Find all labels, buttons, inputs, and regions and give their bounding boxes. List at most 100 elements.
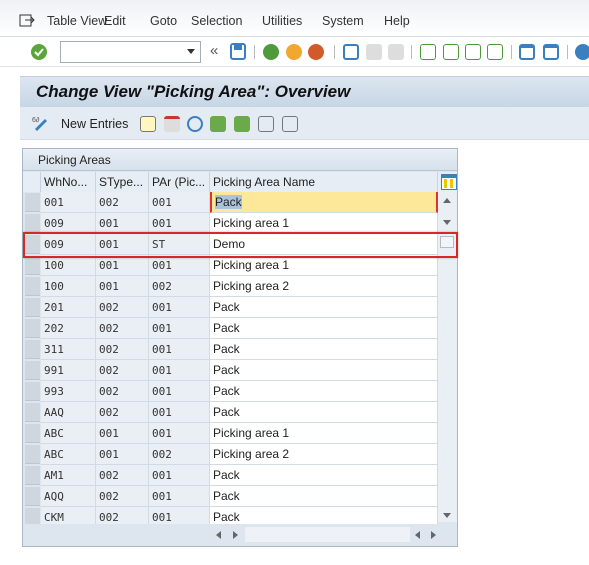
menu-item-selection[interactable]: Selection (191, 14, 242, 28)
table-row[interactable]: ABC 001 002 Picking area 2 (23, 444, 438, 465)
display-change-icon[interactable]: 6∂ (32, 115, 50, 131)
cancel-icon[interactable] (308, 44, 324, 60)
table-row[interactable]: 009 001 001 Picking area 1 (23, 213, 438, 234)
table-row[interactable]: AQQ 002 001 Pack (23, 486, 438, 507)
cell-par: 001 (149, 381, 210, 402)
menu-item-utilities[interactable]: Utilities (262, 14, 302, 28)
cell-name[interactable]: Pack (210, 381, 438, 402)
scroll-right-icon[interactable] (431, 531, 436, 539)
next-page-icon[interactable] (465, 44, 481, 60)
menu-item-goto[interactable]: Goto (150, 14, 177, 28)
cell-name[interactable]: Pack (210, 192, 438, 213)
row-selector[interactable] (25, 298, 40, 317)
cell-name[interactable]: Picking area 1 (210, 423, 438, 444)
table-row[interactable]: AAQ 002 001 Pack (23, 402, 438, 423)
previous-page-icon[interactable] (443, 44, 459, 60)
cell-whno: 991 (41, 360, 96, 381)
first-page-icon[interactable] (420, 44, 436, 60)
row-selector[interactable] (25, 361, 40, 380)
table-row[interactable]: 311 002 001 Pack (23, 339, 438, 360)
row-selector[interactable] (25, 445, 40, 464)
cell-par: 001 (149, 423, 210, 444)
new-entries-button[interactable]: New Entries (61, 117, 128, 131)
help-icon[interactable] (575, 44, 589, 60)
menu-item-system[interactable]: System (322, 14, 364, 28)
scroll-left-icon[interactable] (415, 531, 420, 539)
table-row[interactable]: 991 002 001 Pack (23, 360, 438, 381)
row-selector[interactable] (25, 319, 40, 338)
cell-name[interactable]: Pack (210, 402, 438, 423)
chevron-down-icon[interactable] (187, 49, 195, 54)
row-selector[interactable] (25, 487, 40, 506)
back-double-icon[interactable]: « (210, 42, 218, 59)
column-header-whno[interactable]: WhNo... (41, 172, 96, 192)
column-header-par[interactable]: PAr (Pic... (149, 172, 210, 192)
row-selector[interactable] (25, 424, 40, 443)
table-row[interactable]: 202 002 001 Pack (23, 318, 438, 339)
table-row[interactable]: ABC 001 001 Picking area 1 (23, 423, 438, 444)
table-row[interactable]: 993 002 001 Pack (23, 381, 438, 402)
table-settings-icon[interactable] (438, 172, 457, 192)
cell-name[interactable]: Picking area 1 (210, 213, 438, 234)
undo-icon[interactable] (187, 116, 203, 132)
cell-name[interactable]: Pack (210, 486, 438, 507)
cell-name[interactable]: Pack (210, 465, 438, 486)
cell-name[interactable]: Pack (210, 318, 438, 339)
scroll-right-icon[interactable] (233, 531, 238, 539)
select-block-icon[interactable] (234, 116, 250, 132)
cell-name[interactable]: Pack (210, 339, 438, 360)
column-header-stype[interactable]: SType... (96, 172, 149, 192)
table-row[interactable]: 100 001 002 Picking area 2 (23, 276, 438, 297)
scroll-bottom-icon[interactable] (443, 513, 451, 518)
cell-name[interactable]: Pack (210, 297, 438, 318)
horizontal-scrollbar[interactable] (23, 524, 457, 546)
deselect-all-icon[interactable] (258, 116, 274, 132)
cell-name[interactable]: Picking area 2 (210, 444, 438, 465)
details-icon[interactable] (282, 116, 298, 132)
find-icon[interactable] (366, 44, 382, 60)
select-all-header[interactable] (23, 172, 41, 192)
menu-item-help[interactable]: Help (384, 14, 410, 28)
enter-icon[interactable] (30, 43, 48, 61)
command-field[interactable] (60, 41, 201, 63)
row-selector[interactable] (25, 382, 40, 401)
cell-name[interactable]: Picking area 2 (210, 276, 438, 297)
cell-stype: 002 (96, 318, 149, 339)
menu-item-table-view[interactable]: Table View (47, 14, 107, 28)
cell-name[interactable]: Picking area 1 (210, 255, 438, 276)
back-icon[interactable] (263, 44, 279, 60)
shortcut-icon[interactable] (543, 44, 559, 60)
row-selector[interactable] (25, 256, 40, 275)
table-row[interactable]: AM1 002 001 Pack (23, 465, 438, 486)
cell-par: 001 (149, 360, 210, 381)
column-header-name[interactable]: Picking Area Name (210, 172, 438, 192)
scroll-left-icon[interactable] (216, 531, 221, 539)
cell-name[interactable]: Pack (210, 360, 438, 381)
menu-item-edit[interactable]: Edit (104, 14, 126, 28)
find-next-icon[interactable] (388, 44, 404, 60)
delete-icon[interactable] (164, 116, 180, 132)
new-session-icon[interactable] (519, 44, 535, 60)
print-icon[interactable] (343, 44, 359, 60)
exit-icon[interactable] (286, 44, 302, 60)
picking-areas-table: Picking Areas WhNo... SType... PAr (Pic.… (22, 148, 458, 547)
row-selector[interactable] (25, 214, 40, 233)
last-page-icon[interactable] (487, 44, 503, 60)
row-selector[interactable] (25, 277, 40, 296)
scroll-track[interactable] (245, 527, 410, 542)
scroll-down-icon[interactable] (443, 220, 451, 225)
copy-as-icon[interactable] (140, 116, 156, 132)
cell-whno: 201 (41, 297, 96, 318)
cell-par: 001 (149, 297, 210, 318)
row-selector[interactable] (25, 466, 40, 485)
save-icon[interactable] (230, 43, 246, 60)
row-selector[interactable] (25, 403, 40, 422)
table-row[interactable]: 201 002 001 Pack (23, 297, 438, 318)
scroll-up-icon[interactable] (443, 198, 451, 203)
menu-icon[interactable] (19, 14, 35, 28)
table-row[interactable]: 100 001 001 Picking area 1 (23, 255, 438, 276)
row-selector[interactable] (25, 340, 40, 359)
select-all-icon[interactable] (210, 116, 226, 132)
table-row[interactable]: 001 002 001 Pack (23, 192, 438, 213)
row-selector[interactable] (25, 193, 40, 212)
